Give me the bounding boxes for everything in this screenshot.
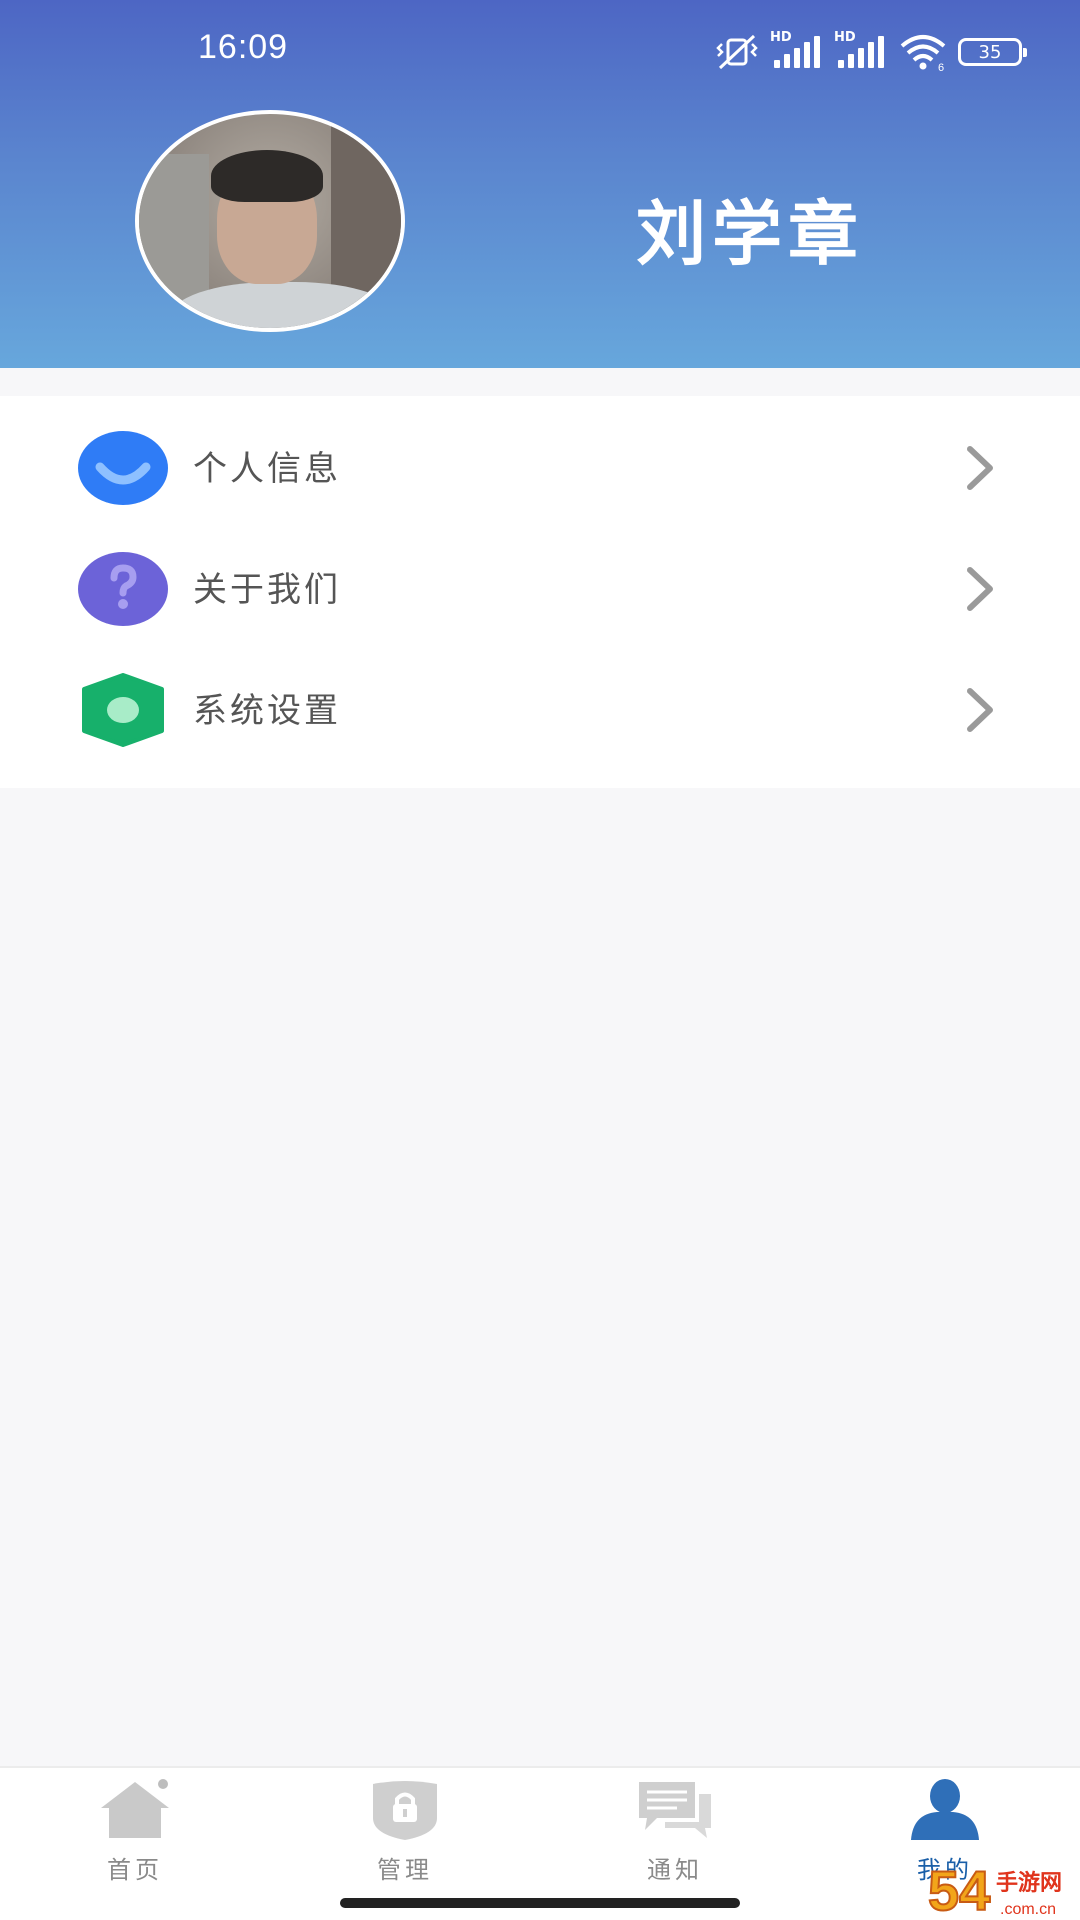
- cellular-signal-1-icon: HD: [770, 30, 824, 72]
- svg-text:6: 6: [938, 62, 944, 72]
- status-time: 16:09: [198, 28, 289, 66]
- tab-manage[interactable]: 管理: [305, 1778, 505, 1888]
- lock-shield-icon: [373, 1781, 437, 1840]
- vibrate-mute-icon: [716, 34, 758, 70]
- status-bar: 16:09 HD HD 6 35: [0, 0, 1080, 100]
- svg-text:手游网: 手游网: [996, 1870, 1062, 1896]
- battery-icon: 35: [958, 38, 1027, 66]
- avatar[interactable]: [135, 110, 405, 332]
- menu-list: 个人信息 关于我们 系统设置: [0, 396, 1080, 788]
- chevron-right-icon: [967, 567, 993, 611]
- menu-item-about-us[interactable]: 关于我们: [0, 522, 1080, 643]
- menu-item-personal-info[interactable]: 个人信息: [0, 401, 1080, 522]
- cellular-signal-2-icon: HD: [834, 30, 888, 72]
- smile-icon: [78, 431, 168, 505]
- tab-home[interactable]: 首页: [35, 1778, 235, 1888]
- question-icon: [78, 552, 168, 626]
- user-icon: [911, 1779, 979, 1840]
- status-icons: HD HD 6 35: [714, 28, 1027, 76]
- wifi-icon: 6: [900, 35, 946, 72]
- menu-item-label: 系统设置: [193, 691, 341, 731]
- user-name: 刘学章: [636, 193, 864, 275]
- menu-item-label: 关于我们: [193, 570, 341, 610]
- bottom-tab-bar: 首页 管理 通知 我的: [0, 1766, 1080, 1920]
- home-icon: [101, 1779, 169, 1838]
- svg-text:.com.cn: .com.cn: [1000, 1901, 1056, 1918]
- tab-label: 通知: [647, 1856, 703, 1884]
- home-indicator: [340, 1898, 740, 1908]
- tab-label: 管理: [377, 1856, 433, 1884]
- tab-notifications[interactable]: 通知: [575, 1778, 775, 1888]
- menu-item-label: 个人信息: [193, 449, 341, 489]
- profile-screen: 16:09 HD HD 6 35 刘学章 个人信息 关于我们 系统设置 首页 管…: [0, 0, 1080, 1920]
- tab-label: 首页: [107, 1856, 163, 1884]
- svg-text:54: 54: [928, 1859, 990, 1920]
- chevron-right-icon: [967, 446, 993, 490]
- profile-header: 16:09 HD HD 6 35 刘学章: [0, 0, 1080, 368]
- menu-item-system-settings[interactable]: 系统设置: [0, 643, 1080, 764]
- chevron-right-icon: [967, 688, 993, 732]
- settings-hexagon-icon: [82, 673, 164, 747]
- site-watermark-logo: 54 手游网 .com.cn: [927, 1858, 1062, 1920]
- chat-bubbles-icon: [639, 1782, 711, 1838]
